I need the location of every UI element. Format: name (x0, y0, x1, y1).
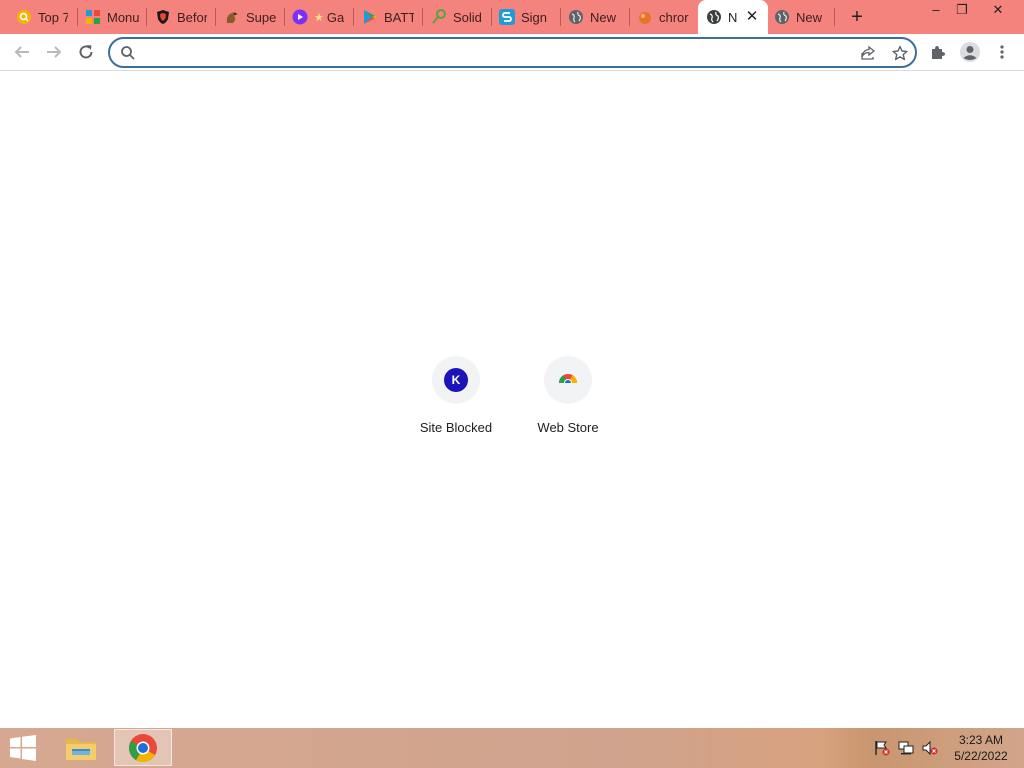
tab-separator (215, 8, 216, 26)
tab-0[interactable]: Top 7 (16, 6, 68, 28)
clock-date: 5/22/2022 (954, 749, 1008, 763)
globe-icon (774, 9, 790, 25)
tab-title: New (796, 9, 823, 25)
tab-strip: Top 7 Monu Befor Supe ★ Ga BATT Solid Si… (0, 0, 1024, 34)
play-store-icon (362, 9, 378, 25)
shortcut-tile (544, 356, 592, 404)
tab-separator (629, 8, 630, 26)
play-circle-icon (292, 9, 308, 25)
tab-separator (284, 8, 285, 26)
profile-button[interactable] (956, 38, 984, 66)
extensions-button[interactable] (924, 38, 952, 66)
tab-title: Supe (246, 9, 276, 25)
tab-11[interactable]: New (774, 6, 826, 28)
tab-2[interactable]: Befor (155, 6, 207, 28)
tab-10-active[interactable]: N ✕ (698, 0, 768, 34)
tab-8[interactable]: New (568, 6, 624, 28)
bookmark-star-icon[interactable] (890, 43, 910, 63)
tab-separator (422, 8, 423, 26)
tab-separator (560, 8, 561, 26)
taskbar-file-explorer[interactable] (52, 729, 110, 766)
restore-button[interactable]: ❐ (946, 0, 978, 22)
taskbar: 3:23 AM 5/22/2022 (0, 728, 1024, 768)
tab-title: N (728, 9, 738, 25)
tab-6[interactable]: Solid (431, 6, 485, 28)
k-logo-icon: K (444, 368, 468, 392)
tab-title: Monu (107, 9, 139, 25)
tab-separator (146, 8, 147, 26)
shortcut-label: Site Blocked (419, 420, 493, 435)
tab-title: Top 7 (38, 9, 68, 25)
volume-muted-icon[interactable] (922, 740, 938, 756)
tab-separator (353, 8, 354, 26)
tab-title: Ga (326, 9, 345, 25)
menu-button[interactable] (988, 38, 1016, 66)
start-button[interactable] (8, 734, 38, 762)
squirrel-icon (224, 9, 240, 25)
shield-icon (155, 9, 171, 25)
shortcut-site-blocked[interactable]: K Site Blocked (400, 356, 512, 446)
arrow-left-icon (14, 46, 29, 58)
tab-3[interactable]: Supe (224, 6, 276, 28)
chrome-web-store-icon (557, 367, 579, 394)
globe-icon (568, 9, 584, 25)
new-tab-button[interactable]: + (846, 6, 868, 28)
shortcut-label: Web Store (537, 420, 599, 435)
action-center-flag-icon[interactable] (874, 740, 890, 756)
omnibox[interactable] (108, 37, 917, 68)
shortcut-tile: K (432, 356, 480, 404)
star-icon: ★ (314, 11, 324, 24)
reload-icon (79, 45, 93, 59)
tab-1[interactable]: Monu (85, 6, 139, 28)
s-logo-icon (499, 9, 515, 25)
close-window-button[interactable]: ✕ (982, 0, 1014, 22)
tab-title: New (590, 9, 617, 25)
avatar-icon (960, 42, 980, 62)
taskbar-chrome[interactable] (114, 729, 172, 766)
clock-time: 3:23 AM (958, 733, 1004, 747)
tab-4[interactable]: ★ Ga (292, 6, 346, 28)
browser-toolbar (0, 34, 1024, 71)
tab-title: Sign (521, 9, 548, 25)
tab-separator (834, 8, 835, 26)
network-icon[interactable] (898, 740, 914, 756)
share-icon[interactable] (858, 43, 878, 63)
tab-title: BATT (384, 9, 414, 25)
tab-title: chror (659, 9, 689, 25)
shortcut-web-store[interactable]: Web Store (512, 356, 624, 446)
tab-title: Befor (177, 9, 207, 25)
arrow-right-icon (47, 46, 62, 58)
kebab-menu-icon (1000, 45, 1004, 59)
back-button[interactable] (8, 38, 36, 66)
orange-ball-icon (637, 9, 653, 25)
tab-7[interactable]: Sign (499, 6, 551, 28)
forward-button[interactable] (40, 38, 68, 66)
globe-icon (706, 9, 722, 25)
search-icon (120, 45, 136, 61)
tab-separator (491, 8, 492, 26)
chrome-icon (129, 733, 157, 762)
puzzle-grid-icon (85, 9, 101, 25)
tab-9[interactable]: chror (637, 6, 691, 28)
address-input[interactable] (142, 42, 826, 64)
system-clock[interactable]: 3:23 AM 5/22/2022 (948, 732, 1014, 764)
windows-logo-icon (10, 735, 36, 761)
tab-5[interactable]: BATT (362, 6, 414, 28)
file-explorer-icon (66, 738, 96, 760)
tab-close-icon[interactable]: ✕ (744, 9, 760, 25)
tab-separator (77, 8, 78, 26)
tab-title: Solid (453, 9, 482, 25)
key-icon (431, 9, 447, 25)
puzzle-icon (932, 46, 945, 59)
search-icon (16, 9, 32, 25)
reload-button[interactable] (72, 38, 100, 66)
